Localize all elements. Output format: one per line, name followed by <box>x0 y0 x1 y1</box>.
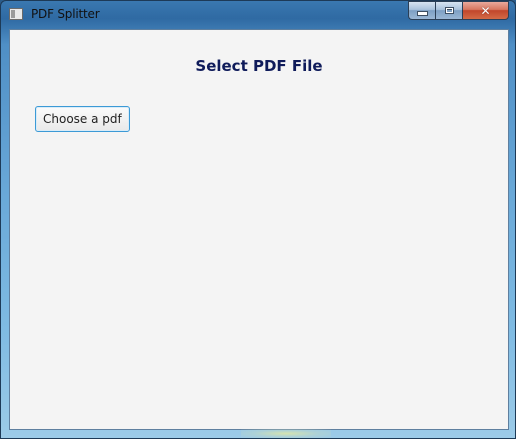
page-title: Select PDF File <box>195 57 323 75</box>
choose-pdf-button[interactable]: Choose a pdf <box>35 106 130 132</box>
title-bar[interactable]: PDF Splitter ✕ <box>1 1 515 28</box>
minimize-button[interactable] <box>408 1 435 20</box>
taskbar-glow <box>241 429 331 438</box>
client-area: Select PDF File Choose a pdf <box>9 29 509 430</box>
minimize-icon <box>416 11 428 16</box>
close-icon: ✕ <box>480 3 491 18</box>
maximize-button[interactable] <box>435 1 462 20</box>
app-window-icon[interactable] <box>9 8 23 20</box>
window-title: PDF Splitter <box>31 7 100 21</box>
close-button[interactable]: ✕ <box>462 1 509 20</box>
caption-buttons: ✕ <box>408 1 509 20</box>
app-window: PDF Splitter ✕ Select PDF File Choose a … <box>0 0 516 439</box>
maximize-icon <box>444 7 454 14</box>
